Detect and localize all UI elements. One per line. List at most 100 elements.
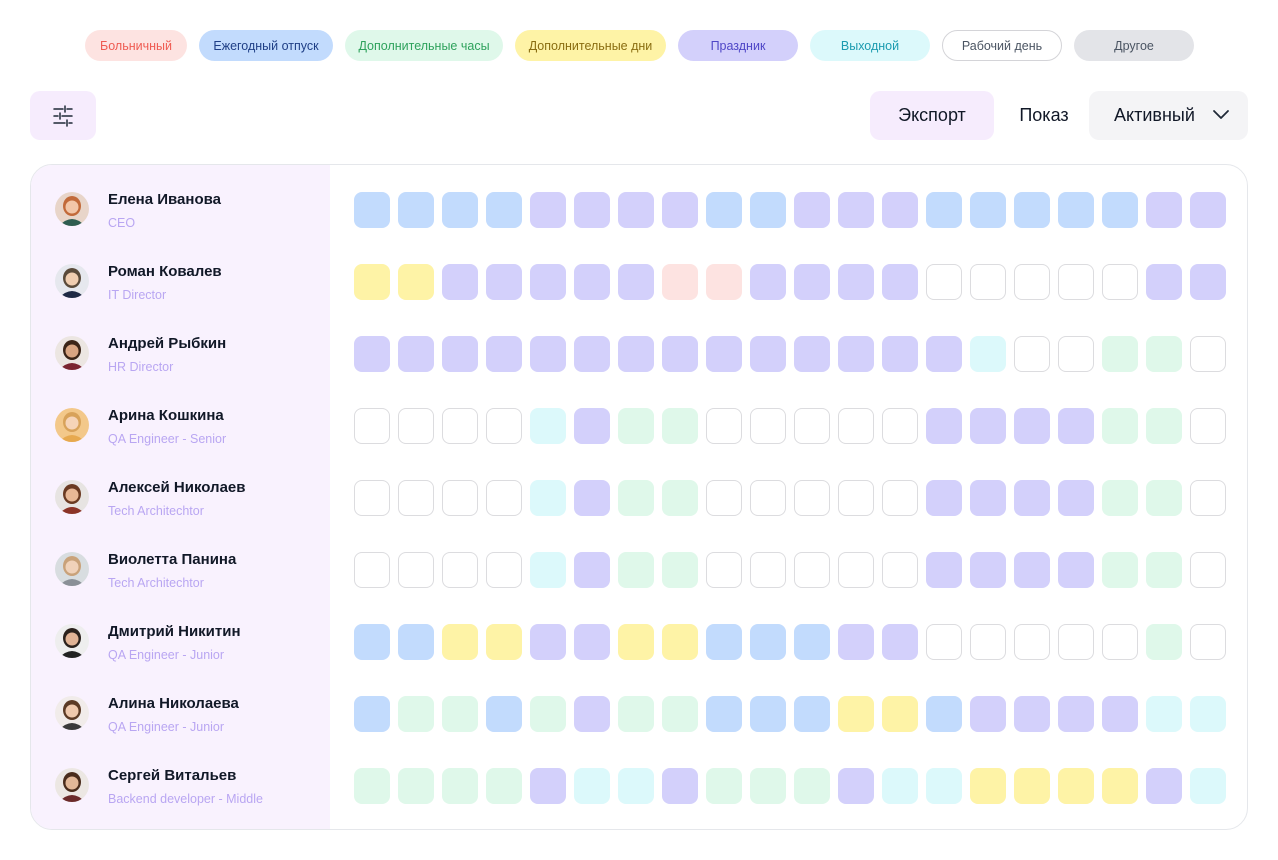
filter-button[interactable] <box>30 91 96 140</box>
day-cell[interactable] <box>574 768 610 804</box>
day-cell[interactable] <box>574 408 610 444</box>
day-cell[interactable] <box>662 624 698 660</box>
day-cell[interactable] <box>1190 480 1226 516</box>
day-cell[interactable] <box>926 336 962 372</box>
day-cell[interactable] <box>970 768 1006 804</box>
day-cell[interactable] <box>750 408 786 444</box>
day-cell[interactable] <box>398 696 434 732</box>
day-cell[interactable] <box>1102 264 1138 300</box>
day-cell[interactable] <box>1102 336 1138 372</box>
day-cell[interactable] <box>970 192 1006 228</box>
day-cell[interactable] <box>354 336 390 372</box>
day-cell[interactable] <box>354 264 390 300</box>
day-cell[interactable] <box>750 624 786 660</box>
day-cell[interactable] <box>750 768 786 804</box>
employee-row[interactable]: Елена Иванова CEO <box>31 165 330 237</box>
day-cell[interactable] <box>442 192 478 228</box>
day-cell[interactable] <box>706 768 742 804</box>
day-cell[interactable] <box>1146 552 1182 588</box>
day-cell[interactable] <box>530 480 566 516</box>
day-cell[interactable] <box>706 408 742 444</box>
day-cell[interactable] <box>1014 624 1050 660</box>
day-cell[interactable] <box>486 336 522 372</box>
day-cell[interactable] <box>882 480 918 516</box>
day-cell[interactable] <box>442 408 478 444</box>
day-cell[interactable] <box>838 192 874 228</box>
day-cell[interactable] <box>618 264 654 300</box>
day-cell[interactable] <box>1190 552 1226 588</box>
day-cell[interactable] <box>530 552 566 588</box>
day-cell[interactable] <box>1102 624 1138 660</box>
day-cell[interactable] <box>486 264 522 300</box>
employee-row[interactable]: Виолетта Панина Tech Architechtor <box>31 525 330 597</box>
day-cell[interactable] <box>706 336 742 372</box>
day-cell[interactable] <box>442 696 478 732</box>
day-cell[interactable] <box>1014 696 1050 732</box>
day-cell[interactable] <box>662 696 698 732</box>
day-cell[interactable] <box>442 624 478 660</box>
day-cell[interactable] <box>706 552 742 588</box>
day-cell[interactable] <box>882 696 918 732</box>
day-cell[interactable] <box>574 480 610 516</box>
legend-annual-leave-chip[interactable]: Ежегодный отпуск <box>199 30 333 61</box>
day-cell[interactable] <box>486 624 522 660</box>
legend-extra-days-chip[interactable]: Дополнительные дни <box>515 30 666 61</box>
day-cell[interactable] <box>574 264 610 300</box>
legend-other-chip[interactable]: Другое <box>1074 30 1194 61</box>
employee-row[interactable]: Арина Кошкина QA Engineer - Senior <box>31 381 330 453</box>
export-button[interactable]: Экспорт <box>870 91 994 140</box>
day-cell[interactable] <box>750 552 786 588</box>
day-cell[interactable] <box>662 552 698 588</box>
day-cell[interactable] <box>838 264 874 300</box>
day-cell[interactable] <box>486 552 522 588</box>
day-cell[interactable] <box>354 192 390 228</box>
day-cell[interactable] <box>1146 480 1182 516</box>
day-cell[interactable] <box>926 552 962 588</box>
day-cell[interactable] <box>706 192 742 228</box>
day-cell[interactable] <box>794 408 830 444</box>
day-cell[interactable] <box>794 768 830 804</box>
day-cell[interactable] <box>882 624 918 660</box>
day-cell[interactable] <box>794 192 830 228</box>
day-cell[interactable] <box>706 624 742 660</box>
day-cell[interactable] <box>442 336 478 372</box>
day-cell[interactable] <box>1058 552 1094 588</box>
legend-extra-hours-chip[interactable]: Дополнительные часы <box>345 30 503 61</box>
day-cell[interactable] <box>1190 192 1226 228</box>
day-cell[interactable] <box>838 336 874 372</box>
day-cell[interactable] <box>354 408 390 444</box>
day-cell[interactable] <box>1014 480 1050 516</box>
day-cell[interactable] <box>486 696 522 732</box>
day-cell[interactable] <box>1146 264 1182 300</box>
day-cell[interactable] <box>882 336 918 372</box>
day-cell[interactable] <box>398 408 434 444</box>
day-cell[interactable] <box>662 336 698 372</box>
day-cell[interactable] <box>1146 624 1182 660</box>
day-cell[interactable] <box>530 696 566 732</box>
day-cell[interactable] <box>354 624 390 660</box>
employee-row[interactable]: Дмитрий Никитин QA Engineer - Junior <box>31 597 330 669</box>
day-cell[interactable] <box>442 552 478 588</box>
day-cell[interactable] <box>1058 408 1094 444</box>
day-cell[interactable] <box>1190 624 1226 660</box>
day-cell[interactable] <box>1190 264 1226 300</box>
day-cell[interactable] <box>1146 408 1182 444</box>
day-cell[interactable] <box>574 552 610 588</box>
day-cell[interactable] <box>926 696 962 732</box>
day-cell[interactable] <box>1190 768 1226 804</box>
day-cell[interactable] <box>926 480 962 516</box>
day-cell[interactable] <box>618 336 654 372</box>
day-cell[interactable] <box>354 552 390 588</box>
day-cell[interactable] <box>662 408 698 444</box>
day-cell[interactable] <box>574 696 610 732</box>
day-cell[interactable] <box>706 696 742 732</box>
day-cell[interactable] <box>442 264 478 300</box>
day-cell[interactable] <box>1102 696 1138 732</box>
day-cell[interactable] <box>618 192 654 228</box>
day-cell[interactable] <box>1146 696 1182 732</box>
employee-row[interactable]: Алина Николаева QA Engineer - Junior <box>31 669 330 741</box>
day-cell[interactable] <box>970 552 1006 588</box>
day-cell[interactable] <box>706 264 742 300</box>
day-cell[interactable] <box>1190 696 1226 732</box>
day-cell[interactable] <box>398 264 434 300</box>
